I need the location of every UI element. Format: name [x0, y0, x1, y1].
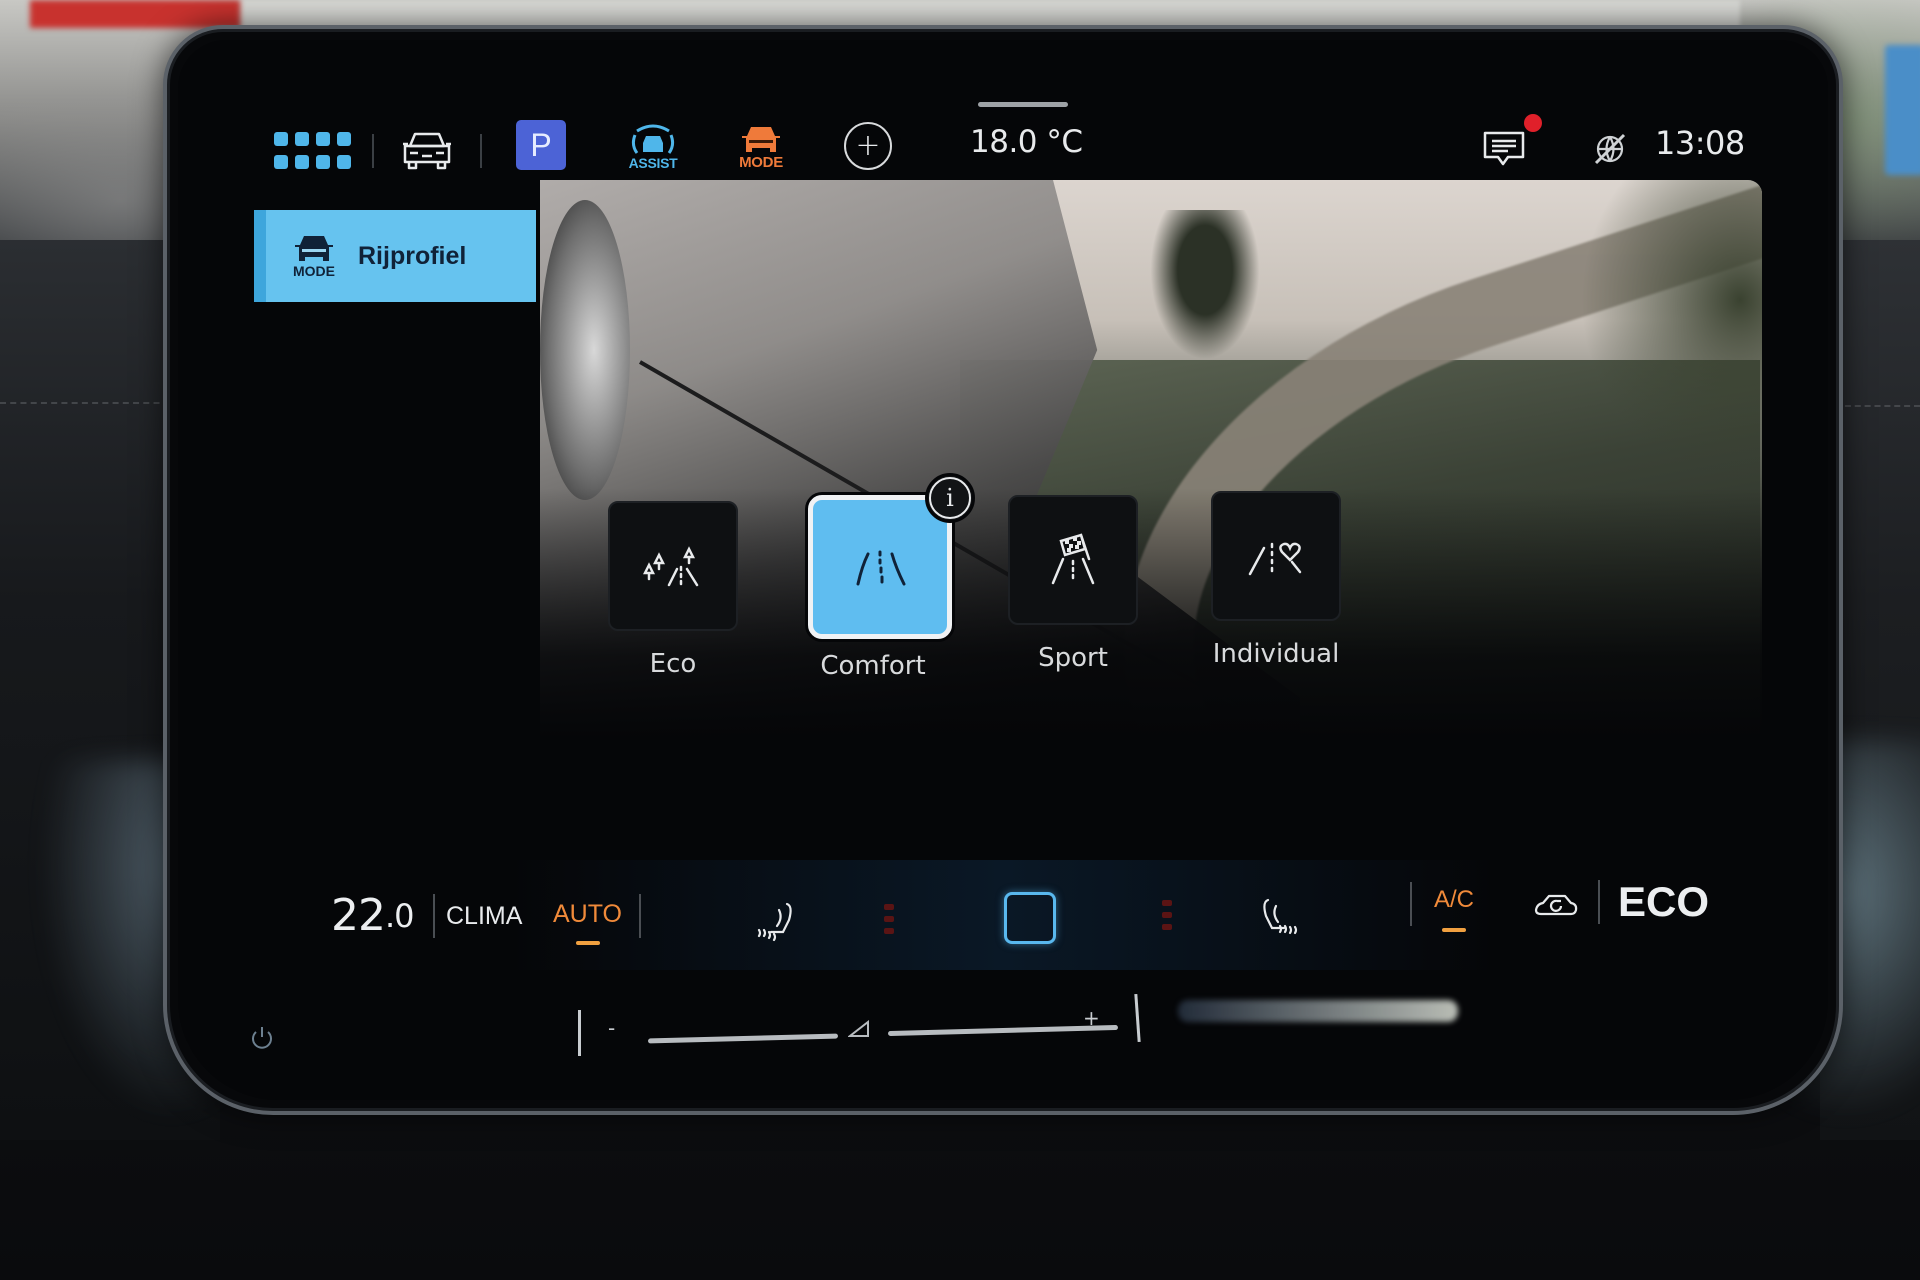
dashboard-stitching-left — [0, 402, 180, 404]
temp-decimal: .0 — [385, 896, 415, 935]
mode-icon-label: MODE — [293, 263, 335, 279]
mode-individual-tile[interactable] — [1211, 491, 1341, 621]
apps-grid-icon[interactable] — [273, 130, 351, 170]
divider — [480, 134, 482, 168]
status-bar: P ASSIST MODE + 18.0 °C 13:08 — [178, 40, 1828, 180]
mode-comfort-tile[interactable] — [808, 495, 952, 639]
comfort-road-icon — [856, 550, 906, 586]
climate-set-temperature[interactable]: 22.0 — [331, 890, 415, 941]
mode-sport[interactable]: Sport — [1008, 495, 1138, 673]
ac-active-indicator — [1442, 928, 1466, 932]
seat-heat-right-button[interactable] — [1258, 896, 1302, 940]
pull-down-handle[interactable] — [978, 102, 1068, 107]
info-icon: i — [929, 477, 971, 519]
mode-label: Eco — [649, 649, 697, 679]
messages-button[interactable] — [1481, 126, 1527, 172]
driver-assist-icon — [631, 124, 675, 154]
parking-button[interactable]: P — [516, 120, 566, 170]
message-icon — [1483, 131, 1525, 166]
sidebar-item-label: Rijprofiel — [358, 241, 467, 270]
temperature-decrease[interactable]: - — [608, 1016, 615, 1040]
glare-reflection — [1178, 1000, 1458, 1022]
car-icon[interactable] — [400, 128, 454, 172]
seat-heat-left-level — [884, 904, 894, 934]
ac-button[interactable]: A/C — [1434, 886, 1474, 932]
no-connection-icon[interactable] — [1593, 132, 1627, 166]
temp-integer: 22 — [331, 890, 386, 941]
power-button[interactable] — [248, 1024, 276, 1052]
mode-eco[interactable]: Eco — [608, 501, 738, 679]
background-canopy — [30, 0, 240, 28]
divider — [639, 894, 641, 938]
auto-label: AUTO — [553, 900, 622, 928]
max-defrost-button[interactable] — [1004, 892, 1056, 944]
temperature-increase[interactable]: + — [1083, 1006, 1100, 1030]
recirculation-button[interactable] — [1533, 890, 1579, 920]
assist-label: ASSIST — [628, 155, 678, 171]
clima-button[interactable]: CLIMA — [446, 902, 522, 931]
power-icon — [252, 1027, 272, 1049]
infotainment-screen: P ASSIST MODE + 18.0 °C 13:08 MODE Rijpr… — [178, 40, 1828, 1100]
mode-label: MODE — [739, 153, 783, 171]
mode-button[interactable]: MODE — [726, 118, 796, 176]
drive-mode-icon: MODE — [290, 233, 338, 279]
sport-checkered-flag-icon — [1051, 533, 1095, 585]
mode-label: Comfort — [820, 651, 926, 681]
slider-end-right — [1134, 993, 1141, 1043]
auto-active-indicator — [575, 941, 600, 945]
eco-climate-button[interactable]: ECO — [1618, 878, 1709, 926]
seat-heat-right-level — [1162, 900, 1172, 930]
clock: 13:08 — [1655, 124, 1745, 162]
divider — [433, 894, 435, 938]
auto-button[interactable]: AUTO — [553, 900, 622, 945]
volume-triangle-icon — [848, 1020, 869, 1037]
recirculation-icon — [1534, 894, 1578, 916]
add-shortcut-button[interactable]: + — [844, 122, 892, 170]
sidebar-item-drive-profile[interactable]: MODE Rijprofiel — [254, 210, 536, 302]
divider — [372, 134, 374, 168]
divider — [1598, 880, 1600, 924]
mode-label: Sport — [1038, 643, 1108, 673]
drive-mode-selector: Eco Comfort i Sport Individual — [608, 473, 1388, 695]
mode-comfort[interactable]: Comfort — [808, 495, 952, 681]
seat-heat-icon — [1263, 898, 1298, 935]
info-button[interactable]: i — [925, 473, 975, 523]
seat-heat-left-button[interactable] — [753, 900, 797, 944]
temperature-touch-slider[interactable]: - + — [178, 980, 1828, 1070]
slider-track-left[interactable] — [647, 1033, 839, 1044]
mode-sport-tile[interactable] — [1008, 495, 1138, 625]
dashboard-stitching-right — [1835, 405, 1920, 407]
outside-temperature: 18.0 °C — [970, 124, 1083, 160]
mode-label: Individual — [1212, 639, 1340, 669]
mode-eco-tile[interactable] — [608, 501, 738, 631]
eco-road-trees-icon — [643, 546, 699, 587]
ac-label: A/C — [1434, 886, 1475, 913]
notification-badge — [1524, 114, 1542, 132]
assist-button[interactable]: ASSIST — [618, 118, 688, 176]
drive-mode-icon — [742, 126, 780, 152]
mode-individual[interactable]: Individual — [1211, 491, 1341, 669]
seat-heat-icon — [757, 902, 792, 942]
slider-end-left — [578, 1010, 581, 1056]
plus-icon: + — [855, 128, 881, 163]
parking-icon: P — [530, 126, 552, 163]
divider — [1410, 882, 1412, 926]
climate-bar: 22.0 CLIMA AUTO A/C ECO — [178, 860, 1828, 970]
background-sign — [1885, 45, 1920, 175]
individual-heart-road-icon — [1248, 542, 1302, 576]
